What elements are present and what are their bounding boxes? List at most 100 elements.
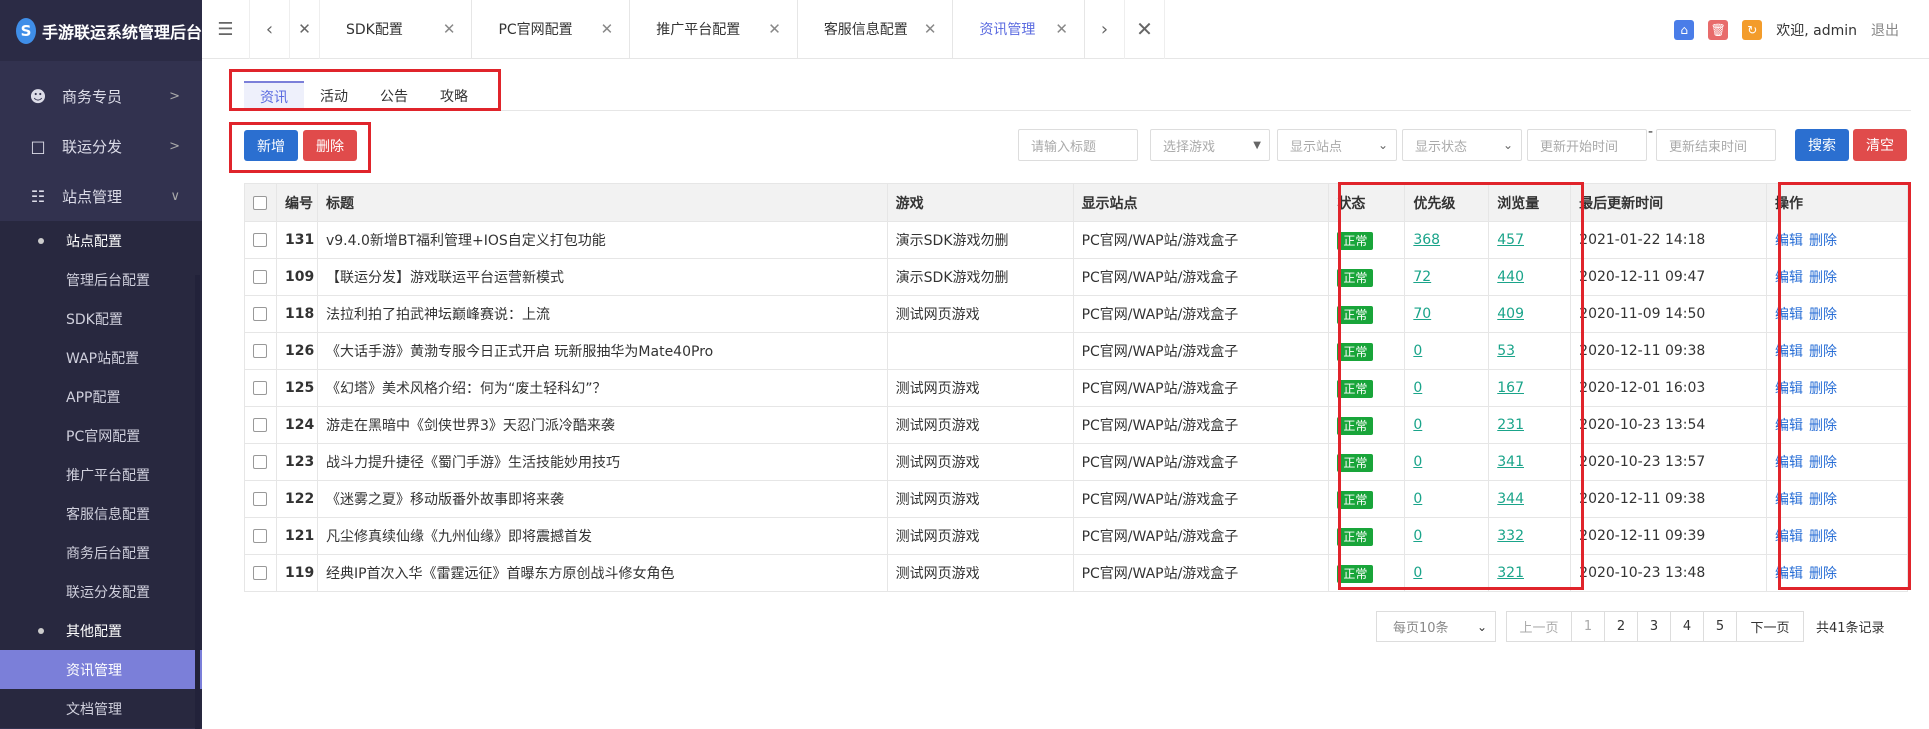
edit-link[interactable]: 编辑 — [1775, 381, 1803, 397]
delete-link[interactable]: 删除 — [1809, 492, 1837, 508]
status-select[interactable]: 显示状态 ⌄ — [1402, 129, 1522, 161]
row-checkbox[interactable] — [253, 270, 267, 284]
refresh-icon[interactable]: ↻ — [1742, 19, 1763, 40]
priority-link[interactable]: 72 — [1413, 269, 1431, 285]
views-link[interactable]: 341 — [1497, 454, 1524, 470]
trash-icon[interactable]: 🗑 — [1708, 19, 1729, 40]
close-all-icon[interactable]: ✕ — [1125, 0, 1165, 59]
sidebar-item-distribution-config[interactable]: 联运分发配置 — [0, 572, 202, 611]
page-button[interactable]: 2 — [1604, 611, 1638, 642]
priority-link[interactable]: 0 — [1413, 454, 1422, 470]
edit-link[interactable]: 编辑 — [1775, 307, 1803, 323]
views-link[interactable]: 321 — [1497, 565, 1524, 581]
sidebar-item-business-config[interactable]: 商务后台配置 — [0, 533, 202, 572]
edit-link[interactable]: 编辑 — [1775, 344, 1803, 360]
delete-link[interactable]: 删除 — [1809, 381, 1837, 397]
views-link[interactable]: 53 — [1497, 343, 1515, 359]
next-page-button[interactable]: 下一页 — [1736, 611, 1804, 642]
sidebar-item-distribution[interactable]: □ 联运分发 > — [0, 121, 202, 171]
title-search-input[interactable]: 请输入标题 — [1018, 129, 1138, 161]
priority-link[interactable]: 70 — [1413, 306, 1431, 322]
close-icon[interactable]: ✕ — [924, 20, 937, 38]
sub-group-site-config[interactable]: 站点配置 — [0, 221, 202, 260]
menu-toggle-icon[interactable]: ☰ — [202, 0, 250, 59]
home-icon[interactable]: ⌂ — [1674, 19, 1695, 40]
sidebar-item-sdk-config[interactable]: SDK配置 — [0, 299, 202, 338]
tab-activity[interactable]: 活动 — [304, 81, 364, 111]
row-checkbox[interactable] — [253, 418, 267, 432]
row-checkbox[interactable] — [253, 566, 267, 580]
sub-group-other-config[interactable]: 其他配置 — [0, 611, 202, 650]
row-checkbox[interactable] — [253, 344, 267, 358]
page-button[interactable]: 1 — [1571, 611, 1605, 642]
sidebar-item-site-management[interactable]: ☷ 站点管理 ∨ — [0, 171, 202, 221]
tab-news[interactable]: 资讯管理 ✕ — [953, 0, 1085, 59]
sidebar-item-docs[interactable]: 文档管理 — [0, 689, 202, 728]
edit-link[interactable]: 编辑 — [1775, 492, 1803, 508]
row-checkbox[interactable] — [253, 233, 267, 247]
sidebar-item-business[interactable]: ☻ 商务专员 > — [0, 71, 202, 121]
clear-button[interactable]: 清空 — [1853, 129, 1907, 161]
select-all-checkbox[interactable] — [253, 195, 267, 210]
close-icon[interactable]: ✕ — [768, 20, 781, 38]
page-button[interactable]: 4 — [1670, 611, 1704, 642]
views-link[interactable]: 440 — [1497, 269, 1524, 285]
tab-news-list[interactable]: 资讯 — [244, 81, 304, 111]
edit-link[interactable]: 编辑 — [1775, 566, 1803, 582]
row-checkbox[interactable] — [253, 381, 267, 395]
edit-link[interactable]: 编辑 — [1775, 418, 1803, 434]
views-link[interactable]: 409 — [1497, 306, 1524, 322]
tab-sdk-config[interactable]: SDK配置 ✕ — [320, 0, 473, 59]
delete-link[interactable]: 删除 — [1809, 418, 1837, 434]
priority-link[interactable]: 0 — [1413, 491, 1422, 507]
sidebar-item-promo-config[interactable]: 推广平台配置 — [0, 455, 202, 494]
sidebar-item-news[interactable]: 资讯管理 — [0, 650, 202, 689]
edit-link[interactable]: 编辑 — [1775, 455, 1803, 471]
edit-link[interactable]: 编辑 — [1775, 270, 1803, 286]
sidebar-item-service-config[interactable]: 客服信息配置 — [0, 494, 202, 533]
tab-scroll-right-icon[interactable]: › — [1085, 0, 1125, 59]
sidebar-item-pc-config[interactable]: PC官网配置 — [0, 416, 202, 455]
close-icon[interactable]: ✕ — [290, 0, 320, 59]
start-date-input[interactable]: 更新开始时间 — [1527, 129, 1647, 161]
tab-service-config[interactable]: 客服信息配置 ✕ — [798, 0, 954, 59]
views-link[interactable]: 344 — [1497, 491, 1524, 507]
prev-page-button[interactable]: 上一页 — [1506, 611, 1572, 642]
views-link[interactable]: 457 — [1497, 232, 1524, 248]
priority-link[interactable]: 0 — [1413, 417, 1422, 433]
logo[interactable]: S 手游联运系统管理后台 — [0, 0, 202, 61]
close-icon[interactable]: ✕ — [1055, 20, 1068, 38]
delete-link[interactable]: 删除 — [1809, 529, 1837, 545]
page-button[interactable]: 3 — [1637, 611, 1671, 642]
delete-link[interactable]: 删除 — [1809, 270, 1837, 286]
sidebar-scrollbar[interactable] — [195, 275, 200, 729]
page-button[interactable]: 5 — [1703, 611, 1737, 642]
game-select[interactable]: 选择游戏 ▼ — [1150, 129, 1270, 161]
search-button[interactable]: 搜索 — [1795, 129, 1849, 161]
edit-link[interactable]: 编辑 — [1775, 529, 1803, 545]
row-checkbox[interactable] — [253, 455, 267, 469]
tab-pc-config[interactable]: PC官网配置 ✕ — [472, 0, 631, 59]
tab-notice[interactable]: 公告 — [364, 81, 424, 111]
views-link[interactable]: 231 — [1497, 417, 1524, 433]
site-select[interactable]: 显示站点 ⌄ — [1277, 129, 1397, 161]
tab-scroll-left-icon[interactable]: ‹ — [250, 0, 290, 59]
edit-link[interactable]: 编辑 — [1775, 233, 1803, 249]
row-checkbox[interactable] — [253, 307, 267, 321]
tab-guide[interactable]: 攻略 — [424, 81, 484, 111]
close-icon[interactable]: ✕ — [601, 20, 614, 38]
delete-link[interactable]: 删除 — [1809, 233, 1837, 249]
priority-link[interactable]: 368 — [1413, 232, 1440, 248]
tab-promo-config[interactable]: 推广平台配置 ✕ — [630, 0, 798, 59]
priority-link[interactable]: 0 — [1413, 343, 1422, 359]
sidebar-item-app-config[interactable]: APP配置 — [0, 377, 202, 416]
row-checkbox[interactable] — [253, 529, 267, 543]
priority-link[interactable]: 0 — [1413, 380, 1422, 396]
views-link[interactable]: 332 — [1497, 528, 1524, 544]
views-link[interactable]: 167 — [1497, 380, 1524, 396]
delete-link[interactable]: 删除 — [1809, 307, 1837, 323]
delete-link[interactable]: 删除 — [1809, 455, 1837, 471]
logout-link[interactable]: 退出 — [1871, 20, 1899, 40]
row-checkbox[interactable] — [253, 492, 267, 506]
priority-link[interactable]: 0 — [1413, 528, 1422, 544]
